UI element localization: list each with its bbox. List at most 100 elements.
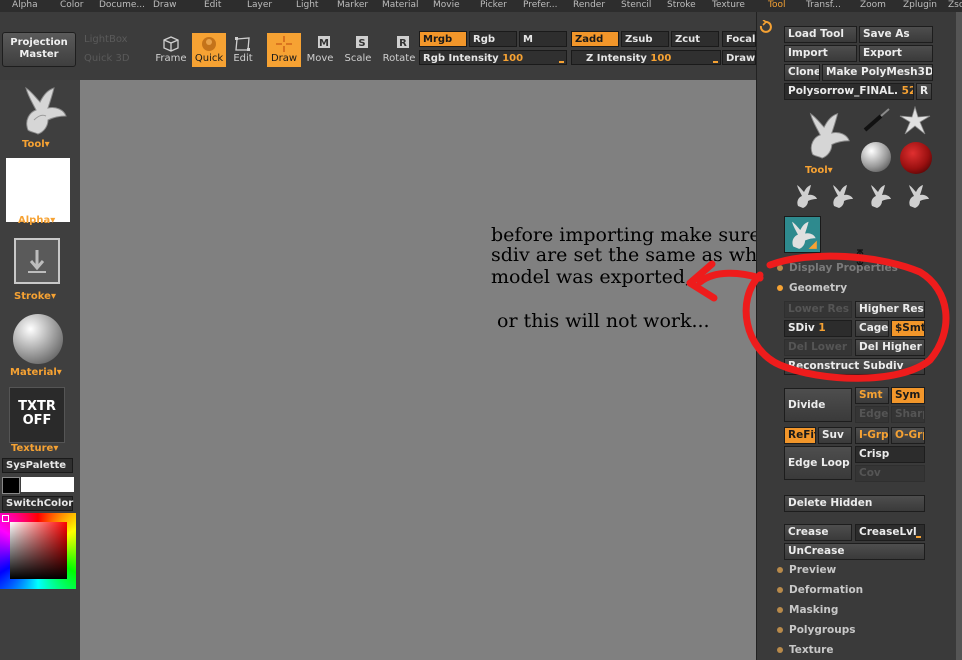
draw-button[interactable]: Draw bbox=[267, 33, 301, 67]
i-grp-toggle[interactable]: I-Grp bbox=[855, 427, 889, 444]
export-button[interactable]: Export bbox=[859, 45, 933, 62]
palette-scrollbar[interactable] bbox=[956, 12, 962, 660]
scale-button[interactable]: S Scale bbox=[341, 33, 375, 67]
tool-thumbnail-icon[interactable] bbox=[14, 80, 70, 136]
del-higher-button[interactable]: Del Higher bbox=[855, 339, 925, 356]
document-canvas[interactable]: before importing make sure sdiv are set … bbox=[80, 80, 781, 660]
creaselvl-slider[interactable]: CreaseLvl bbox=[855, 524, 925, 541]
crisp-toggle[interactable]: Crisp bbox=[855, 446, 925, 463]
alpha-swatch[interactable] bbox=[6, 158, 70, 222]
polygroups-section[interactable]: Polygroups bbox=[777, 624, 856, 636]
save-as-button[interactable]: Save As bbox=[859, 26, 933, 43]
zcut-toggle[interactable]: Zcut bbox=[671, 31, 719, 47]
reconstruct-subdiv-button[interactable]: Reconstruct Subdiv bbox=[784, 358, 925, 375]
import-button[interactable]: Import bbox=[784, 45, 857, 62]
syspalette-button[interactable]: SysPalette bbox=[2, 458, 73, 473]
focal-shift-slider[interactable]: Focal bbox=[722, 31, 756, 47]
subtool-thumb-4-icon[interactable] bbox=[903, 180, 931, 210]
material-sphere[interactable] bbox=[13, 314, 63, 364]
display-properties-section[interactable]: Display Properties bbox=[777, 262, 898, 274]
menu-marker[interactable]: Marker bbox=[337, 0, 368, 11]
lower-res-button[interactable]: Lower Res bbox=[784, 301, 852, 318]
ssmt-toggle[interactable]: $Smt bbox=[891, 320, 925, 337]
draw-size-slider[interactable]: Draw bbox=[722, 50, 756, 65]
divide-button[interactable]: Divide bbox=[784, 388, 852, 422]
texture-tray-label[interactable]: Texture▾ bbox=[11, 443, 58, 454]
menu-document[interactable]: Docume... bbox=[99, 0, 145, 11]
deformation-section[interactable]: Deformation bbox=[777, 584, 863, 596]
menu-tool[interactable]: Tool bbox=[768, 0, 785, 11]
alpha-tray-label[interactable]: Alpha▾ bbox=[18, 215, 55, 226]
z-intensity-slider[interactable]: Z Intensity 100 bbox=[571, 50, 721, 65]
color-saturation-square[interactable] bbox=[10, 522, 67, 579]
make-polymesh3d-button[interactable]: Make PolyMesh3D bbox=[822, 64, 933, 81]
tool-name-slider[interactable]: Polysorrow_FINAL. 52 bbox=[784, 83, 914, 100]
del-lower-button[interactable]: Del Lower bbox=[784, 339, 852, 356]
menu-alpha[interactable]: Alpha bbox=[12, 0, 38, 11]
menu-draw[interactable]: Draw bbox=[153, 0, 177, 11]
coverage-slider[interactable]: Cov bbox=[855, 465, 925, 482]
cage-button[interactable]: Cage bbox=[855, 320, 889, 337]
menu-layer[interactable]: Layer bbox=[247, 0, 272, 11]
masking-section[interactable]: Masking bbox=[777, 604, 838, 616]
higher-res-button[interactable]: Higher Res bbox=[855, 301, 925, 318]
menu-material[interactable]: Material bbox=[382, 0, 419, 11]
palette-dock-icon[interactable] bbox=[758, 20, 772, 34]
sphere-tool-icon[interactable] bbox=[861, 142, 891, 172]
tool-tray-label[interactable]: Tool▾ bbox=[22, 139, 50, 150]
current-tool-icon[interactable] bbox=[799, 106, 853, 160]
frame-button[interactable]: Frame bbox=[154, 33, 188, 67]
mrgb-toggle[interactable]: Mrgb bbox=[419, 31, 467, 47]
subtool-thumb-1-icon[interactable] bbox=[791, 180, 819, 210]
star-tool-icon[interactable] bbox=[898, 106, 932, 136]
edit-button[interactable]: Edit bbox=[226, 33, 260, 67]
secondary-color-swatch[interactable] bbox=[21, 477, 74, 492]
switchcolor-button[interactable]: SwitchColor bbox=[2, 496, 73, 511]
main-color-swatch[interactable] bbox=[2, 477, 20, 494]
clone-button[interactable]: Clone bbox=[784, 64, 820, 81]
texture-off-thumbnail[interactable]: TXTR OFF bbox=[9, 387, 65, 443]
delete-hidden-button[interactable]: Delete Hidden bbox=[784, 495, 925, 512]
menu-movie[interactable]: Movie bbox=[433, 0, 460, 11]
edge-loop-button[interactable]: Edge Loop bbox=[784, 446, 852, 480]
suv-toggle[interactable]: Suv bbox=[818, 427, 852, 444]
quick-button[interactable]: Quick bbox=[192, 33, 226, 67]
tool-thumbnail-label[interactable]: Tool▾ bbox=[805, 165, 833, 176]
load-tool-button[interactable]: Load Tool bbox=[784, 26, 857, 43]
zadd-toggle[interactable]: Zadd bbox=[571, 31, 619, 47]
sdiv-slider[interactable]: SDiv 1 bbox=[784, 320, 852, 337]
r-button[interactable]: R bbox=[916, 83, 932, 100]
menu-light[interactable]: Light bbox=[296, 0, 318, 11]
menu-zscript[interactable]: Zsc bbox=[948, 0, 962, 11]
zsub-toggle[interactable]: Zsub bbox=[621, 31, 669, 47]
menu-render[interactable]: Render bbox=[573, 0, 605, 11]
active-subtool-thumbnail[interactable] bbox=[784, 216, 821, 253]
material-tray-label[interactable]: Material▾ bbox=[10, 367, 62, 378]
preview-section[interactable]: Preview bbox=[777, 564, 836, 576]
rgb-toggle[interactable]: Rgb bbox=[469, 31, 517, 47]
move-button[interactable]: M Move bbox=[303, 33, 337, 67]
menu-picker[interactable]: Picker bbox=[480, 0, 507, 11]
subtool-thumb-3-icon[interactable] bbox=[865, 180, 893, 210]
rgb-intensity-slider[interactable]: Rgb Intensity 100 bbox=[419, 50, 567, 65]
stroke-thumbnail[interactable] bbox=[14, 238, 60, 284]
menu-zoom[interactable]: Zoom bbox=[860, 0, 886, 11]
brush-tool-icon[interactable] bbox=[861, 108, 893, 134]
sharpen-slider[interactable]: Sharp bbox=[891, 406, 925, 423]
projection-master-button[interactable]: Projection Master bbox=[2, 32, 76, 67]
o-grp-toggle[interactable]: O-Grp bbox=[891, 427, 925, 444]
menu-preferences[interactable]: Prefer... bbox=[523, 0, 557, 11]
menu-stencil[interactable]: Stencil bbox=[621, 0, 651, 11]
red-sphere-tool-icon[interactable] bbox=[900, 142, 932, 174]
geometry-section[interactable]: Geometry bbox=[777, 282, 847, 294]
menu-edit[interactable]: Edit bbox=[204, 0, 221, 11]
subtool-thumb-2-icon[interactable] bbox=[827, 180, 855, 210]
menu-stroke[interactable]: Stroke bbox=[667, 0, 696, 11]
menu-transform[interactable]: Transf... bbox=[806, 0, 841, 11]
m-toggle[interactable]: M bbox=[519, 31, 567, 47]
texture-section[interactable]: Texture bbox=[777, 644, 833, 656]
smt-toggle[interactable]: Smt bbox=[855, 387, 889, 404]
stroke-tray-label[interactable]: Stroke▾ bbox=[14, 291, 56, 302]
color-picker-cursor[interactable] bbox=[2, 515, 9, 522]
rotate-button[interactable]: R Rotate bbox=[382, 33, 416, 67]
